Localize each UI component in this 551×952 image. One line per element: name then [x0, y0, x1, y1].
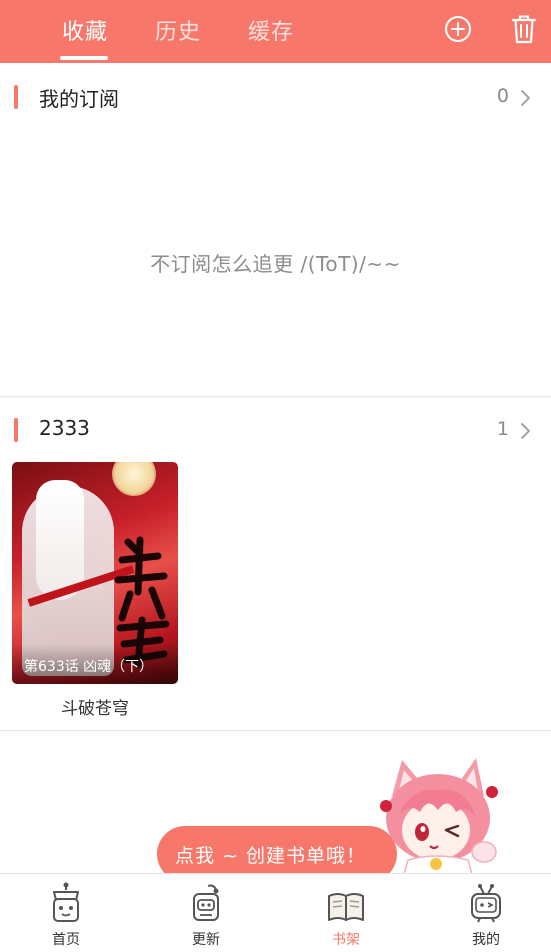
section-divider [0, 730, 551, 731]
nav-item-home[interactable]: 首页 [26, 874, 106, 952]
app-root: 收藏 历史 缓存 我的订阅 0 不订阅怎么追更 /(ToT)/~~ 2333 1… [0, 0, 551, 952]
create-booklist-label: 点我 ~ 创建书单哦！ [175, 844, 366, 867]
section-accent-bar [14, 85, 18, 109]
add-circle-icon[interactable] [443, 12, 473, 46]
bookshelf-icon [328, 893, 364, 921]
cover-chapter-overlay: 第633话 凶魂（下） [12, 644, 178, 684]
subscriptions-count: 0 [496, 85, 509, 107]
section-divider [0, 396, 551, 397]
tab-history[interactable]: 历史 [155, 14, 201, 46]
chevron-right-icon [521, 423, 530, 439]
top-bar: 收藏 历史 缓存 [0, 0, 551, 63]
nav-label-bookshelf: 书架 [332, 932, 360, 948]
section-accent-bar [14, 418, 18, 442]
booklist-count: 1 [496, 418, 509, 440]
cover-moon [112, 462, 156, 496]
nav-label-profile: 我的 [472, 932, 500, 948]
book-cover[interactable]: 第633话 凶魂（下） [12, 462, 178, 684]
subscriptions-empty-text: 不订阅怎么追更 /(ToT)/~~ [150, 252, 401, 276]
book-latest-chapter: 第633话 凶魂（下） [24, 659, 154, 675]
nav-item-profile[interactable]: 我的 [446, 874, 526, 952]
tab-favorites[interactable]: 收藏 [62, 14, 108, 46]
nav-item-update[interactable]: 更新 [166, 874, 246, 952]
book-title[interactable]: 斗破苍穹 [12, 694, 178, 719]
nav-label-update: 更新 [192, 932, 220, 948]
home-robot-icon [53, 882, 79, 922]
profile-tv-icon [471, 884, 501, 923]
active-tab-indicator [60, 56, 108, 60]
update-robot-icon [193, 884, 219, 921]
subscriptions-header[interactable]: 我的订阅 0 [0, 65, 551, 125]
bottom-nav: 首页 更新 书架 我的 [0, 873, 551, 952]
nav-item-bookshelf[interactable]: 书架 [306, 874, 386, 952]
tab-cache[interactable]: 缓存 [248, 14, 294, 46]
subscriptions-title: 我的订阅 [39, 87, 119, 111]
booklist-header[interactable]: 2333 1 [0, 398, 551, 458]
booklist-title: 2333 [39, 416, 90, 440]
chevron-right-icon [521, 90, 530, 106]
trash-icon[interactable] [509, 12, 539, 46]
nav-label-home: 首页 [52, 932, 80, 948]
